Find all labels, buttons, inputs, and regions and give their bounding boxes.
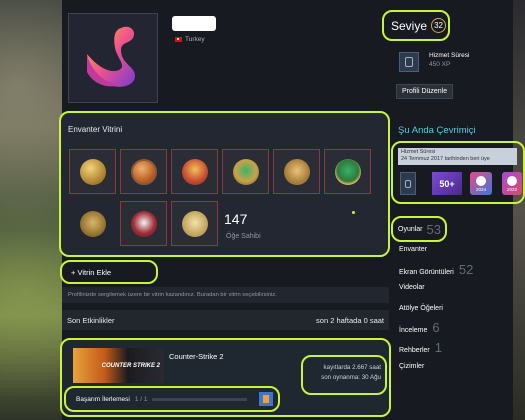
showcase-item[interactable] — [69, 201, 116, 246]
pin-green-star-icon — [232, 158, 259, 185]
pin-cream-icon — [181, 210, 208, 237]
country-info: Turkey — [175, 36, 205, 43]
game-cover-image[interactable]: COUNTER STRIKE 2 — [73, 348, 164, 383]
showcase-item[interactable] — [120, 149, 167, 194]
showcase-item[interactable] — [171, 149, 218, 194]
nav-reviews[interactable]: İnceleme 6 — [399, 320, 440, 335]
nav-screenshots-count: 52 — [458, 262, 474, 277]
showcase-item[interactable] — [273, 149, 320, 194]
tooltip-detail: 24 Temmuz 2017 tarihinden beri üye — [401, 156, 490, 163]
pin-gold-icon — [79, 158, 106, 185]
add-showcase-hint: Profilinizde sergilemek üzere bir vitrin… — [62, 287, 389, 303]
pin-red-star-icon — [181, 158, 208, 185]
turkey-flag-icon — [175, 37, 182, 42]
background-art-right — [513, 0, 525, 420]
achievement-label: Başarım İlerlemesi — [76, 395, 130, 403]
nav-games-count: 53 — [426, 221, 441, 237]
showcase-title: Envanter Vitrini — [68, 125, 123, 134]
item-count: 147 — [224, 211, 248, 227]
nav-videos[interactable]: Videolar — [399, 284, 425, 291]
level-label: Seviye — [391, 18, 428, 33]
last-played: son oynanma: 30 Ağu — [321, 373, 381, 381]
nav-guides[interactable]: Rehberler 1 — [399, 340, 442, 355]
online-status-title: Şu Anda Çevrimiçi — [398, 125, 476, 136]
item-count-label: Öğe Sahibi — [226, 233, 261, 240]
swan-logo-icon — [87, 26, 135, 87]
service-mini-badge-icon[interactable] — [400, 172, 416, 195]
nav-guides-count: 1 — [434, 340, 442, 355]
add-showcase-button[interactable]: + Vitrin Ekle — [60, 260, 158, 284]
nav-inventory[interactable]: Envanter — [399, 246, 427, 253]
badge-year-2024: 2024 — [475, 186, 486, 192]
status-dot — [352, 211, 355, 214]
steam-award-badge-2022[interactable]: 2022 — [502, 172, 522, 195]
service-badge-icon[interactable] — [399, 52, 419, 72]
country-label: Turkey — [185, 36, 205, 43]
avatar[interactable] — [68, 13, 158, 103]
steam-award-badge[interactable]: 2024 — [470, 172, 492, 195]
nav-artwork-label: Çizimler — [399, 363, 425, 370]
game-playtime: kayıtlarda 2.667 saat son oynanma: 30 Ağ… — [301, 355, 387, 395]
achievement-count: 1 / 1 — [134, 395, 148, 403]
profile-name-redacted — [172, 16, 216, 31]
achievement-icon[interactable] — [259, 392, 273, 406]
showcase-item[interactable] — [222, 149, 269, 194]
showcase-item[interactable] — [69, 149, 116, 194]
level-badge: 32 — [431, 18, 447, 33]
badge-name: Hizmet Süresi — [429, 52, 470, 59]
badge-xp: 450 XP — [429, 61, 451, 68]
nav-screenshots[interactable]: Ekran Görüntüleri 52 — [399, 262, 473, 277]
recent-activity-header: Son Etkinlikler son 2 haftada 0 saat — [62, 310, 389, 330]
tooltip-title: Hizmet Süresi — [401, 149, 436, 155]
badge-tooltip: Hizmet Süresi 24 Temmuz 2017 tarihinden … — [398, 148, 517, 165]
pin-green-gem-icon — [334, 158, 361, 185]
nav-games[interactable]: Oyunlar 53 — [391, 216, 447, 242]
games-owned-badge[interactable]: 50+ — [432, 172, 462, 195]
nav-guides-label: Rehberler — [399, 347, 430, 354]
badge-year-2022: 2022 — [506, 186, 517, 192]
showcase-item[interactable] — [171, 201, 218, 246]
recent-activity-summary: son 2 haftada 0 saat — [316, 315, 384, 325]
nav-reviews-count: 6 — [432, 320, 440, 335]
recent-activity-title: Son Etkinlikler — [67, 315, 115, 325]
nav-workshop-label: Atölye Öğeleri — [399, 305, 443, 312]
nav-workshop[interactable]: Atölye Öğeleri — [399, 305, 443, 312]
nav-inventory-label: Envanter — [399, 246, 428, 253]
achievement-bar — [152, 397, 248, 401]
nav-videos-label: Videolar — [399, 284, 425, 291]
nav-artwork[interactable]: Çizimler — [399, 363, 424, 370]
game-title[interactable]: Counter-Strike 2 — [169, 352, 224, 361]
pin-five-icon — [130, 158, 157, 185]
steam-logo-icon — [476, 175, 486, 186]
showcase-item[interactable] — [120, 201, 167, 246]
total-playtime: kayıtlarda 2.667 saat — [323, 364, 381, 371]
game-cover-text: COUNTER STRIKE 2 — [101, 362, 160, 369]
steam-logo-icon — [507, 175, 517, 186]
nav-reviews-label: İnceleme — [399, 327, 428, 334]
level-box[interactable]: Seviye 32 — [382, 10, 450, 41]
achievement-progress[interactable]: Başarım İlerlemesi 1 / 1 — [64, 386, 280, 412]
nav-screenshots-label: Ekran Görüntüleri — [399, 269, 454, 276]
background-art-left — [0, 0, 62, 420]
pin-red-white-icon — [130, 210, 157, 237]
nav-games-label: Oyunlar — [398, 225, 423, 233]
showcase-item[interactable] — [324, 149, 371, 194]
edit-profile-button[interactable]: Profili Düzenle — [396, 84, 454, 99]
pin-gold-eagle-icon — [79, 210, 106, 237]
pin-eagle-icon — [283, 158, 310, 185]
